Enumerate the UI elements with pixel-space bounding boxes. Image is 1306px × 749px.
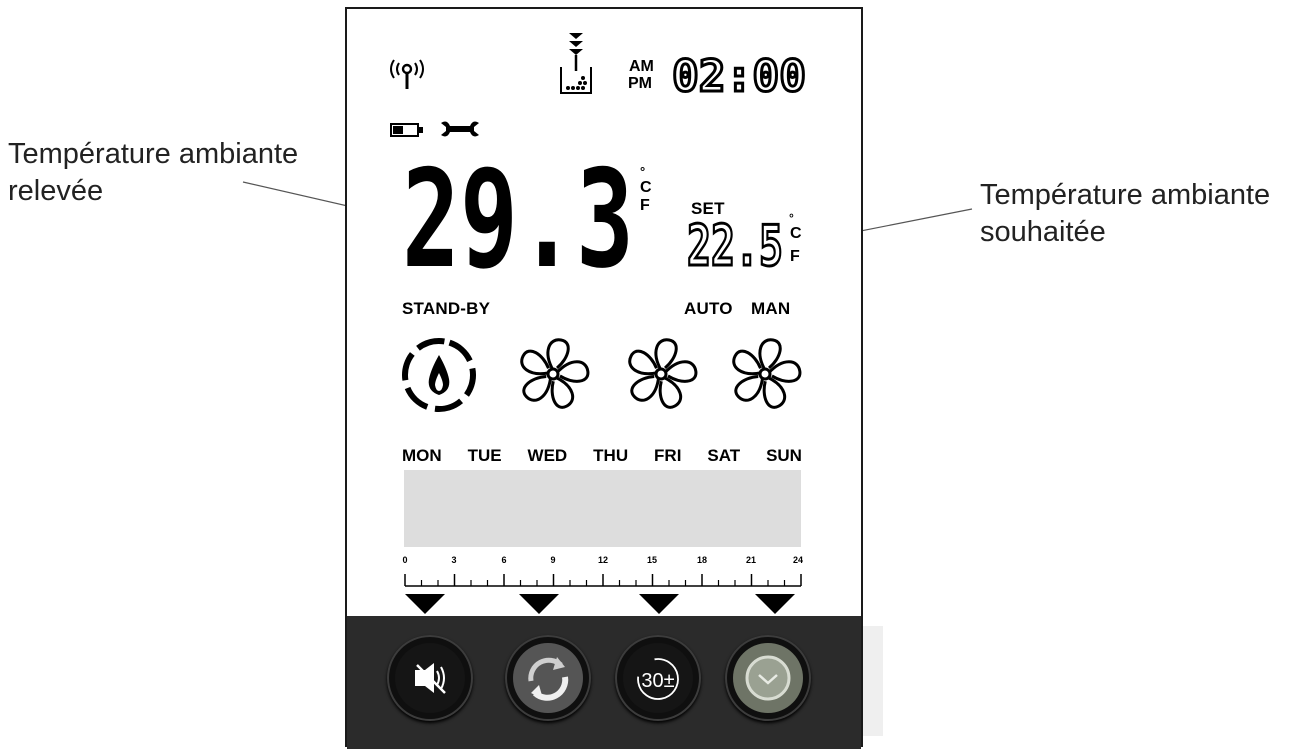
day-sun: SUN (766, 446, 802, 465)
day-sat: SAT (707, 446, 741, 465)
timer-button-face: 30± (623, 643, 693, 713)
thermostat-display: AM PM 02:00 29.3 ° C F SET 22.5 ° C F ST… (345, 7, 863, 749)
mute-icon (415, 663, 446, 694)
day-tue: TUE (467, 446, 502, 465)
fan-icon (628, 338, 698, 409)
background-strip (863, 626, 883, 736)
fan-icon (732, 338, 802, 409)
timer-label: 30± (641, 670, 674, 692)
antenna-icon (390, 59, 424, 89)
refresh-icon (528, 657, 569, 701)
callout-set-temperature: Température ambiante souhaitée (980, 177, 1270, 251)
room-temperature-value: 29.3 (402, 154, 634, 276)
timeline-tick-label: 9 (550, 555, 556, 565)
day-fri: FRI (654, 446, 682, 465)
timeline-tick-label: 21 (745, 555, 757, 565)
timeline-tick-label: 6 (501, 555, 507, 565)
callout-left-line2: relevée (8, 175, 104, 207)
timer-30-icon: 30± (637, 658, 679, 700)
room-degree-symbol: ° (640, 164, 646, 179)
pellet-hopper-icon (560, 33, 592, 94)
timeline-tick-label: 15 (646, 555, 658, 565)
set-temperature-value: 22.5 (687, 219, 783, 271)
set-unit-c: C (790, 225, 802, 242)
callout-right-line2: souhaitée (980, 216, 1106, 248)
set-unit-f: F (790, 248, 800, 265)
fan-icon (520, 338, 590, 409)
day-mon: MON (402, 446, 442, 465)
pm-indicator: PM (628, 75, 652, 92)
man-label: MAN (751, 299, 791, 318)
auto-label: AUTO (684, 299, 733, 318)
timeline-tick-label: 12 (597, 555, 609, 565)
mute-button[interactable] (387, 635, 473, 721)
day-thu: THU (593, 446, 629, 465)
timer-button[interactable]: 30± (615, 635, 701, 721)
timeline-tick-label: 0 (402, 555, 408, 565)
mute-button-face (395, 643, 465, 713)
clock-button[interactable] (725, 635, 811, 721)
timeline-tick-label: 18 (696, 555, 708, 565)
clock-button-face (733, 643, 803, 713)
flame-icon (402, 338, 476, 412)
program-arrow-icon (519, 594, 559, 614)
battery-icon (390, 123, 423, 137)
callout-left-line1: Température ambiante (8, 138, 299, 170)
room-temperature-display: 29.3 (402, 154, 634, 276)
wrench-icon (441, 121, 479, 137)
timeline-ruler (404, 574, 802, 587)
schedule-band (404, 470, 801, 547)
set-degree-symbol: ° (789, 211, 794, 225)
callout-measured-temperature: Température ambiante relevée (8, 136, 298, 210)
program-arrow-icon (405, 594, 445, 614)
clock-time-text: 02:00 (672, 53, 806, 97)
clock-time: 02:00 (672, 53, 808, 97)
room-unit-f: F (640, 197, 650, 214)
am-indicator: AM (629, 58, 654, 75)
reset-button[interactable] (505, 635, 591, 721)
timeline-tick-label: 3 (451, 555, 457, 565)
day-labels: MON TUE WED THU FRI SAT SUN (402, 446, 802, 466)
set-label: SET (691, 199, 725, 218)
set-temperature-display: 22.5 (687, 219, 785, 271)
day-wed: WED (527, 446, 568, 465)
standby-label: STAND-BY (402, 299, 491, 318)
timeline-tick-label: 24 (792, 555, 804, 565)
reset-button-face (513, 643, 583, 713)
control-bar: 30± (347, 616, 861, 749)
program-arrow-icon (639, 594, 679, 614)
clock-icon (745, 655, 791, 701)
program-arrow-icon (755, 594, 795, 614)
room-unit-c: C (640, 179, 652, 196)
callout-right-line1: Température ambiante (980, 179, 1271, 211)
